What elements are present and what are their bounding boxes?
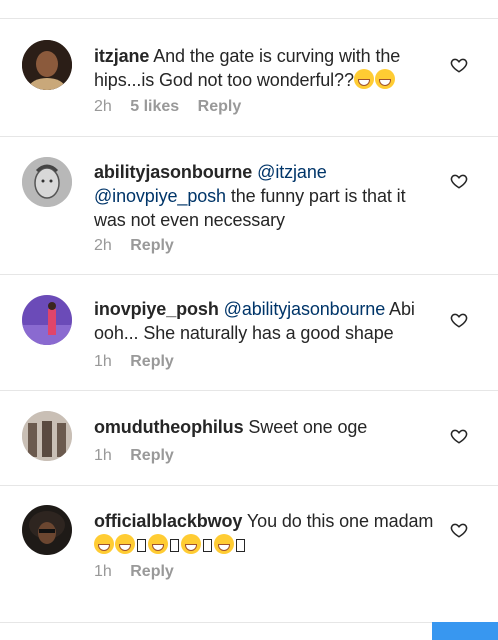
reply-button[interactable]: Reply	[198, 98, 242, 115]
comment-body: You do this one madam	[242, 511, 434, 531]
mention-link[interactable]: @inovpiye_posh	[94, 186, 226, 206]
comment-meta: 1h Reply	[94, 353, 188, 371]
reply-button[interactable]: Reply	[130, 447, 174, 464]
missing-glyph-icon	[203, 539, 212, 552]
avatar[interactable]	[22, 505, 72, 555]
grinning-emoji-icon	[374, 69, 395, 89]
comment-username[interactable]: itzjane	[94, 46, 149, 66]
reply-button[interactable]: Reply	[130, 237, 174, 254]
missing-glyph-icon	[137, 539, 146, 552]
avatar[interactable]	[22, 295, 72, 345]
missing-glyph-icon	[236, 539, 245, 552]
bottom-divider	[0, 622, 498, 623]
smiling-emoji-icon	[94, 534, 114, 554]
avatar-image	[22, 157, 72, 207]
comment-meta: 2h 5 likes Reply	[94, 98, 255, 116]
comment-username[interactable]: abilityjasonbourne	[94, 162, 252, 182]
avatar-image	[22, 40, 72, 90]
heart-outline-icon[interactable]	[450, 427, 468, 445]
comment-text: officialblackbwoy You do this one madam	[94, 509, 438, 557]
comment-likes[interactable]: 5 likes	[130, 98, 179, 115]
avatar[interactable]	[22, 40, 72, 90]
comment-meta: 2h Reply	[94, 237, 188, 255]
missing-glyph-icon	[170, 539, 179, 552]
comment-text: itzjane And the gate is curving with the…	[94, 44, 438, 92]
heart-outline-icon[interactable]	[450, 521, 468, 539]
avatar-image	[22, 411, 72, 461]
comment-divider	[0, 136, 498, 137]
mention-link[interactable]: @abilityjasonbourne	[224, 299, 386, 319]
comment-meta: 1h Reply	[94, 447, 188, 465]
heart-outline-icon[interactable]	[450, 172, 468, 190]
post-button[interactable]	[432, 622, 498, 640]
comment-time: 1h	[94, 447, 112, 464]
comment-time: 1h	[94, 563, 112, 580]
heart-outline-icon[interactable]	[450, 311, 468, 329]
comment-divider	[0, 274, 498, 275]
comment-text: omudutheophilus Sweet one oge	[94, 415, 438, 439]
heart-outline-icon[interactable]	[450, 56, 468, 74]
comment-meta: 1h Reply	[94, 563, 188, 581]
comment-time: 2h	[94, 237, 112, 254]
smiling-emoji-icon	[181, 534, 201, 554]
smiling-emoji-icon	[148, 534, 168, 554]
mention-link[interactable]: @itzjane	[257, 162, 327, 182]
reply-button[interactable]: Reply	[130, 353, 174, 370]
reply-button[interactable]: Reply	[130, 563, 174, 580]
smiling-emoji-icon	[214, 534, 234, 554]
comment-username[interactable]: officialblackbwoy	[94, 511, 242, 531]
comment-divider	[0, 390, 498, 391]
grinning-emoji-icon	[353, 69, 374, 89]
avatar[interactable]	[22, 411, 72, 461]
smiling-emoji-icon	[115, 534, 135, 554]
comment-time: 1h	[94, 353, 112, 370]
comment-body: Sweet one oge	[243, 417, 368, 437]
top-divider	[0, 18, 498, 19]
comment-time: 2h	[94, 98, 112, 115]
comment-username[interactable]: omudutheophilus	[94, 417, 244, 437]
avatar-image	[22, 505, 72, 555]
comment-text: inovpiye_posh @abilityjasonbourne Abi oo…	[94, 297, 438, 345]
comment-divider	[0, 485, 498, 486]
avatar[interactable]	[22, 157, 72, 207]
comment-username[interactable]: inovpiye_posh	[94, 299, 219, 319]
avatar-image	[22, 295, 72, 345]
comment-text: abilityjasonbourne @itzjane @inovpiye_po…	[94, 160, 438, 232]
